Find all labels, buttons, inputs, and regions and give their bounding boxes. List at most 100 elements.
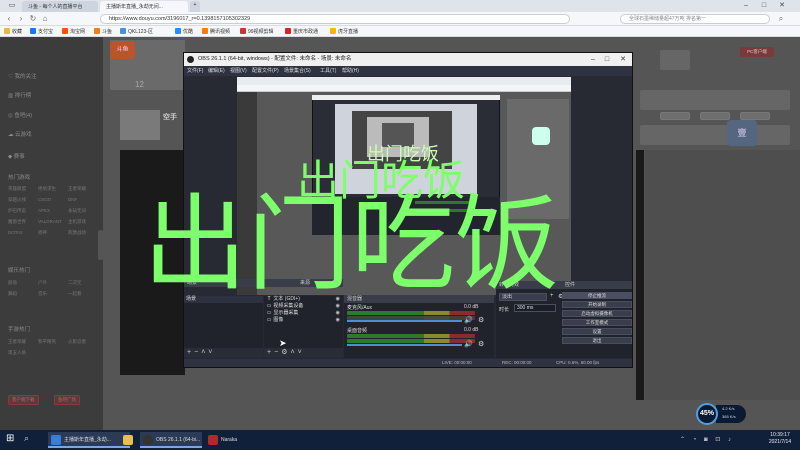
browser-menu-icon[interactable]: ▭ (6, 1, 18, 10)
nav-collapse-handle[interactable] (98, 230, 103, 260)
minimize-icon[interactable]: – (740, 1, 752, 10)
obs-maximize-icon[interactable]: □ (600, 53, 614, 66)
new-tab-button[interactable]: + (190, 1, 200, 12)
game-link[interactable]: 原神 (38, 230, 68, 236)
refresh-icon[interactable]: ↻ (28, 14, 38, 24)
game-link[interactable]: CSGO (38, 197, 68, 203)
source-item[interactable]: ▭ 视频采集设备 ◉ (264, 303, 343, 310)
start-recording-button[interactable]: 开始录制 (562, 301, 632, 308)
game-link[interactable]: 王者荣耀 (68, 186, 98, 192)
client-download-button[interactable]: 客户端下载 (8, 395, 39, 405)
taskbar-item-naraka[interactable]: Naraka (205, 432, 265, 448)
obs-menu-view[interactable]: 视图(V) (230, 67, 247, 74)
obs-close-icon[interactable]: ✕ (616, 53, 630, 66)
category-link[interactable]: 二次元 (68, 280, 98, 286)
windows-start-icon[interactable]: ⊞ (6, 433, 14, 444)
source-item[interactable]: ▭ 显示器采集 ◉ (264, 310, 343, 317)
bookmark-item[interactable]: 虎牙直播 (330, 28, 358, 35)
category-link[interactable]: 一起看 (68, 291, 98, 297)
scene-item[interactable]: 场景 (184, 296, 263, 303)
eye-icon[interactable]: ◉ (336, 317, 340, 324)
search-icon[interactable]: ⌕ (24, 433, 29, 444)
source-item[interactable]: ▭ 图像 ◉ (264, 317, 343, 324)
start-virtual-camera-button[interactable]: 启动虚拟摄像机 (562, 310, 632, 317)
obs-minimize-icon[interactable]: – (586, 53, 600, 66)
scenes-list[interactable]: 场景 (184, 296, 263, 348)
speaker-icon[interactable]: 🔊 (464, 340, 473, 348)
category-link[interactable]: 颜值 (8, 280, 38, 286)
category-link[interactable]: 王者荣耀 (8, 339, 38, 345)
category-link[interactable]: 和平精英 (38, 339, 68, 345)
obs-titlebar[interactable]: OBS 26.1.1 (64-bit, windows) - 配置文件: 未命名… (184, 53, 632, 66)
forward-icon[interactable]: › (16, 14, 26, 24)
maximize-icon[interactable]: □ (758, 1, 770, 10)
studio-mode-button[interactable]: 工作室模式 (562, 319, 632, 326)
browser-search-input[interactable]: 全球石墨稀储量超47万吨 排名第一 (620, 14, 770, 24)
obs-menu-tools[interactable]: 工具(T) (320, 67, 336, 74)
bookmark-item[interactable]: 淘宝网 (62, 28, 85, 35)
category-link[interactable]: 第五人格 (8, 350, 38, 356)
bookmark-item[interactable]: 支付宝 (30, 28, 53, 35)
browser-tab-2[interactable]: 主播斯年直播_永劫无间... (100, 1, 188, 12)
move-down-icon[interactable]: ˅ (298, 349, 305, 356)
home-icon[interactable]: ⌂ (40, 14, 50, 24)
speaker-icon[interactable]: 🔊 (464, 316, 473, 324)
bookmark-item[interactable]: 斗鱼 (94, 28, 112, 35)
obs-menu-profile[interactable]: 配置文件(P) (252, 67, 279, 74)
game-link[interactable]: 英雄联盟 (8, 186, 38, 192)
url-field[interactable]: https://www.douyu.com/3196017_r=0.139815… (100, 14, 570, 24)
taskbar-clock[interactable]: 10:39:17 2021/7/14 (762, 432, 798, 446)
obs-menu-scene-collection[interactable]: 场景集合(S) (284, 67, 311, 74)
transition-select[interactable]: 淡出 (499, 293, 547, 301)
move-down-icon[interactable]: ˅ (208, 349, 215, 356)
exit-button[interactable]: 退出 (562, 337, 632, 344)
search-icon[interactable]: ⌕ (776, 14, 786, 24)
obs-menu-edit[interactable]: 编辑(E) (208, 67, 225, 74)
sources-list[interactable]: T 文本 (GDI+) ◉ ▭ 视频采集设备 ◉ ▭ 显示器采集 ◉ ▭ 图像 ◉ (264, 296, 343, 348)
pc-client-badge[interactable]: PC客户端 (740, 47, 774, 57)
duration-input[interactable]: 300 ms (514, 304, 556, 312)
volume-slider[interactable] (347, 320, 462, 322)
stop-streaming-button[interactable]: 停止推流 (562, 292, 632, 299)
category-link[interactable]: 户外 (38, 280, 68, 286)
bookmark-item[interactable]: 收藏 (4, 28, 22, 35)
game-link[interactable]: 绝地求生 (38, 186, 68, 192)
eye-icon[interactable]: ◉ (336, 310, 340, 317)
category-link[interactable]: 音乐 (38, 291, 68, 297)
game-link[interactable]: 永劫无间 (68, 208, 98, 214)
volume-slider[interactable] (347, 344, 462, 346)
gear-icon[interactable]: ⚙ (478, 340, 484, 348)
rp-btn[interactable] (700, 112, 730, 120)
category-link[interactable]: 舞蹈 (8, 291, 38, 297)
nav-item-cloudgame[interactable]: ☁ 云游戏 (8, 130, 32, 138)
taskbar-item-explorer[interactable] (120, 432, 140, 448)
game-link[interactable]: DOTA2 (8, 230, 38, 236)
bookmark-item[interactable]: 重庆市政通 (285, 28, 318, 35)
tray-icons[interactable]: ⌃ ◔ ◙ ⊡ ♪ (680, 436, 734, 443)
add-transition-icon[interactable]: + (550, 293, 554, 299)
gear-icon[interactable]: ⚙ (478, 316, 484, 324)
eye-icon[interactable]: ◉ (336, 303, 340, 310)
bookmark-item[interactable]: 优酷 (175, 28, 193, 35)
taskbar-item-browser[interactable]: 主播斯年直播_永劫... (48, 432, 130, 448)
obs-menu-file[interactable]: 文件(F) (187, 67, 203, 74)
back-icon[interactable]: ‹ (4, 14, 14, 24)
game-link[interactable]: 穿越火线 (8, 197, 38, 203)
settings-button[interactable]: 设置 (562, 328, 632, 335)
bookmark-item[interactable]: 99视频剪辑 (240, 28, 274, 35)
game-link[interactable]: 炉石传说 (8, 208, 38, 214)
game-link[interactable]: APEX (38, 208, 68, 214)
streamer-thumb[interactable] (120, 110, 160, 140)
nav-item-events[interactable]: ◆ 赛事 (8, 152, 25, 160)
category-link[interactable]: 火影忍者 (68, 339, 98, 345)
rp-avatar[interactable] (660, 50, 690, 70)
browser-tab-1[interactable]: 斗鱼 - 每个人的直播平台 (22, 1, 98, 12)
rp-btn[interactable] (740, 112, 770, 120)
rp-btn[interactable] (660, 112, 690, 120)
eye-icon[interactable]: ◉ (336, 296, 340, 303)
game-link[interactable]: VALORANT (38, 219, 68, 225)
close-icon[interactable]: ✕ (776, 1, 788, 10)
obs-preview[interactable] (237, 77, 571, 295)
nav-item-rank[interactable]: ▥ 排行榜 (8, 91, 31, 99)
douyu-logo[interactable]: 斗鱼 (110, 41, 135, 59)
